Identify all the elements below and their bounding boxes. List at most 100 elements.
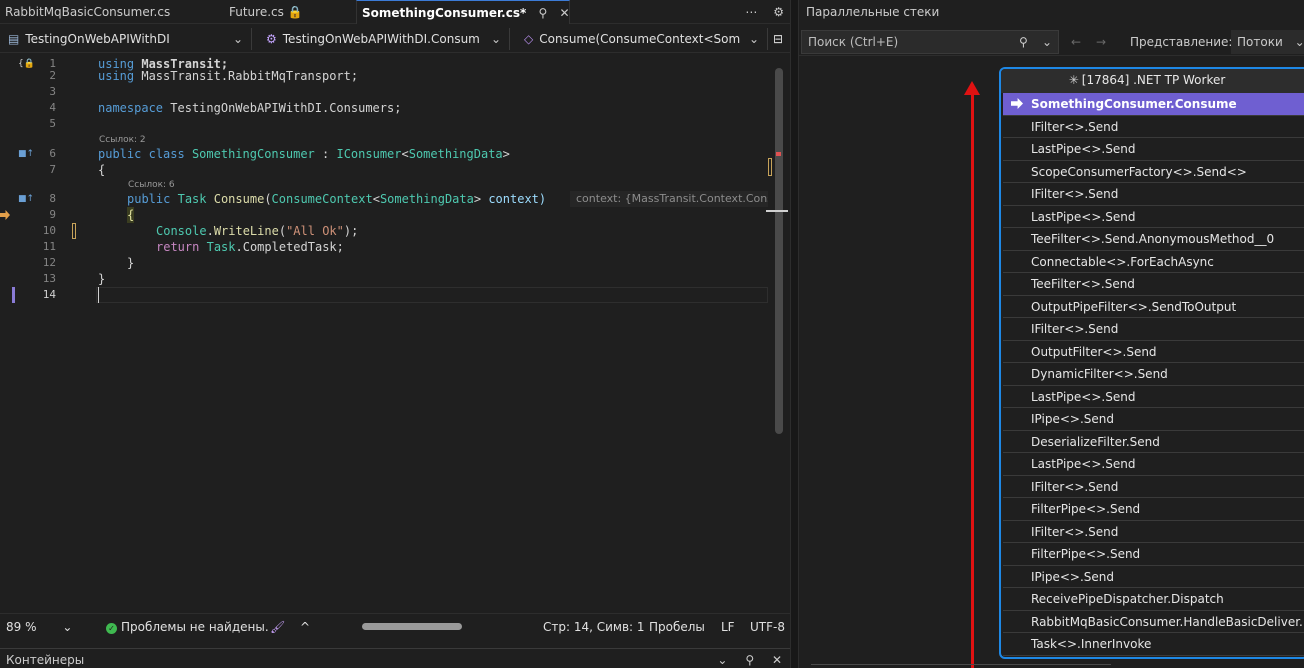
stack-frame[interactable]: IFilter<>.Send: [1003, 115, 1304, 138]
pin-icon[interactable]: ⚲: [538, 1, 547, 25]
stack-frame[interactable]: OutputPipeFilter<>.SendToOutput: [1003, 295, 1304, 318]
stack-frame[interactable]: ReceivePipeDispatcher.Dispatch: [1003, 588, 1304, 611]
stack-frame[interactable]: Connectable<>.ForEachAsync: [1003, 250, 1304, 273]
codelens-references[interactable]: Ссылок: 6: [128, 179, 175, 191]
stack-frame[interactable]: TeeFilter<>.Send.AnonymousMethod__0: [1003, 228, 1304, 251]
stack-frame-label: OutputPipeFilter<>.SendToOutput: [1031, 299, 1237, 314]
stack-frame-label: FilterPipe<>.Send: [1031, 547, 1141, 561]
stack-frame[interactable]: IFilter<>.Send: [1003, 475, 1304, 498]
codelens-references[interactable]: Ссылок: 2: [99, 134, 146, 146]
stack-frame-label: LastPipe<>.Send: [1031, 142, 1136, 156]
stack-frame[interactable]: IFilter<>.Send: [1003, 520, 1304, 543]
stack-frame[interactable]: LastPipe<>.Send: [1003, 138, 1304, 161]
stack-frame-label: IPipe<>.Send: [1031, 412, 1114, 426]
inline-value-hint[interactable]: context: {MassTransit.Context.Cons: [570, 191, 768, 207]
view-label: Представление:: [1130, 35, 1233, 49]
stack-frame[interactable]: TeeFilter<>.Send: [1003, 273, 1304, 296]
pane-splitter[interactable]: [790, 0, 799, 668]
stack-frame[interactable]: OutputFilter<>.Send: [1003, 340, 1304, 363]
back-arrow-icon[interactable]: ←: [1071, 28, 1081, 56]
horizontal-scrollbar[interactable]: [362, 623, 462, 630]
whitespace-mode[interactable]: Пробелы: [649, 614, 705, 640]
search-icon[interactable]: ⚲: [1019, 28, 1028, 56]
stack-frame-label: Task<>.InnerInvoke: [1031, 637, 1152, 651]
stack-frame[interactable]: LastPipe<>.Send: [1003, 385, 1304, 408]
line-number: 13: [42, 272, 56, 285]
vertical-scrollbar[interactable]: [775, 68, 783, 434]
editor-status-bar: 89 % ⌄ ✓ Проблемы не найдены. 🖌 ^ Стр: 14…: [0, 613, 790, 639]
line-number: 8: [49, 192, 56, 205]
stack-frame-list: SomethingConsumer.Consume IFilter<>.Send L…: [1003, 93, 1304, 656]
stack-frame-label: SomethingConsumer.Consume: [1031, 97, 1237, 111]
stack-frame[interactable]: IFilter<>.Send: [1003, 183, 1304, 206]
view-dropdown[interactable]: Потоки ⌄: [1231, 30, 1304, 54]
thread-node-header[interactable]: ✳ [17864] .NET TP Worker: [1001, 69, 1304, 93]
tab-rabbitmq-basic-consumer[interactable]: RabbitMqBasicConsumer.cs: [0, 0, 205, 24]
stack-frame[interactable]: IPipe<>.Send: [1003, 408, 1304, 431]
containers-panel-header: Контейнеры ⌄ ⚲ ✕: [0, 648, 790, 668]
line-number: 3: [49, 85, 56, 98]
document-tab-bar: RabbitMqBasicConsumer.cs Future.cs 🔒 Som…: [0, 0, 790, 24]
class-scope-dropdown[interactable]: ⚙ TestingOnWebAPIWithDI.Consum ⌄: [258, 28, 510, 50]
overflow-icon[interactable]: ⋯: [745, 5, 757, 19]
execution-pointer-icon[interactable]: [0, 210, 10, 220]
close-icon[interactable]: ✕: [559, 1, 569, 25]
close-icon[interactable]: ✕: [772, 653, 782, 667]
tab-future[interactable]: Future.cs 🔒: [224, 0, 354, 24]
class-icon: ⚙: [266, 32, 277, 46]
line-number: 14: [42, 288, 56, 301]
project-name: TestingOnWebAPIWithDI: [25, 32, 170, 46]
settings-gear-icon[interactable]: ⚙: [773, 5, 784, 19]
class-name: SomethingConsumer: [191, 147, 315, 161]
stack-frame-current[interactable]: SomethingConsumer.Consume: [1003, 93, 1304, 116]
pin-icon[interactable]: ⚲: [745, 653, 754, 667]
chevron-down-icon[interactable]: ⌄: [717, 653, 727, 667]
file-encoding[interactable]: UTF-8: [750, 614, 785, 640]
chevron-up-icon[interactable]: ^: [300, 614, 310, 640]
issues-indicator[interactable]: ✓ Проблемы не найдены.: [106, 614, 269, 640]
project-dropdown[interactable]: ▤ TestingOnWebAPIWithDI ⌄: [0, 28, 252, 50]
stack-frame[interactable]: IPipe<>.Send: [1003, 565, 1304, 588]
cursor-position[interactable]: Стр: 14, Симв: 1: [543, 614, 645, 640]
line-ending[interactable]: LF: [721, 614, 735, 640]
type-name: ConsumeContext: [271, 192, 373, 206]
stack-frame[interactable]: Task<>.InnerInvoke: [1003, 633, 1304, 656]
tab-label: Future.cs 🔒: [229, 5, 303, 19]
punctuation: );: [343, 224, 359, 238]
code-line: 3: [0, 84, 770, 100]
code-area[interactable]: {🔒 1 using MassTransit; 2 using MassTran…: [0, 54, 790, 612]
line-number: 12: [42, 256, 56, 269]
thread-stack-node[interactable]: ✳ [17864] .NET TP Worker SomethingConsume…: [999, 67, 1304, 659]
stack-frame-label: TeeFilter<>.Send.AnonymousMethod__0: [1031, 232, 1275, 246]
stack-frame[interactable]: FilterPipe<>.Send: [1003, 498, 1304, 521]
stack-frame[interactable]: LastPipe<>.Send: [1003, 205, 1304, 228]
stack-frame[interactable]: ScopeConsumerFactory<>.Send<>: [1003, 160, 1304, 183]
code-cleanup-brush-icon[interactable]: 🖌: [270, 614, 285, 640]
stack-frame[interactable]: LastPipe<>.Send: [1003, 453, 1304, 476]
current-line-highlight: [96, 287, 768, 303]
line-number: 2: [49, 69, 56, 82]
forward-arrow-icon[interactable]: →: [1096, 28, 1106, 56]
keyword: public: [127, 192, 171, 206]
code-line: 11 return Task.CompletedTask;: [0, 239, 770, 255]
canvas-horizontal-scrollbar[interactable]: [811, 664, 1111, 668]
stack-frame[interactable]: RabbitMqBasicConsumer.HandleBasicDeliver…: [1003, 610, 1304, 633]
panel-controls: ⌄ ⚲ ✕: [703, 651, 782, 668]
zoom-dropdown[interactable]: 89 % ⌄: [6, 614, 72, 640]
stack-frame[interactable]: FilterPipe<>.Send: [1003, 543, 1304, 566]
chevron-down-icon: ⌄: [748, 32, 759, 46]
split-editor-icon[interactable]: ⊟: [770, 28, 790, 50]
overview-change-marker: [768, 158, 772, 176]
punctuation: .: [206, 224, 214, 238]
stack-frame[interactable]: IFilter<>.Send: [1003, 318, 1304, 341]
member-scope-dropdown[interactable]: ◇ Consume(ConsumeContext<Som ⌄: [516, 28, 768, 50]
stack-frame-label: ScopeConsumerFactory<>.Send<>: [1031, 164, 1247, 179]
stacks-canvas[interactable]: ✳ [17864] .NET TP Worker SomethingConsume…: [799, 57, 1304, 668]
tab-something-consumer[interactable]: SomethingConsumer.cs* ⚲ ✕: [356, 0, 570, 24]
annotation-arrow-line: [971, 91, 974, 668]
stack-frame[interactable]: DynamicFilter<>.Send: [1003, 363, 1304, 386]
line-number: 10: [42, 224, 56, 237]
chevron-down-icon[interactable]: ⌄: [1042, 28, 1052, 56]
stack-frame[interactable]: DeserializeFilter.Send: [1003, 430, 1304, 453]
line-number: 4: [49, 101, 56, 114]
